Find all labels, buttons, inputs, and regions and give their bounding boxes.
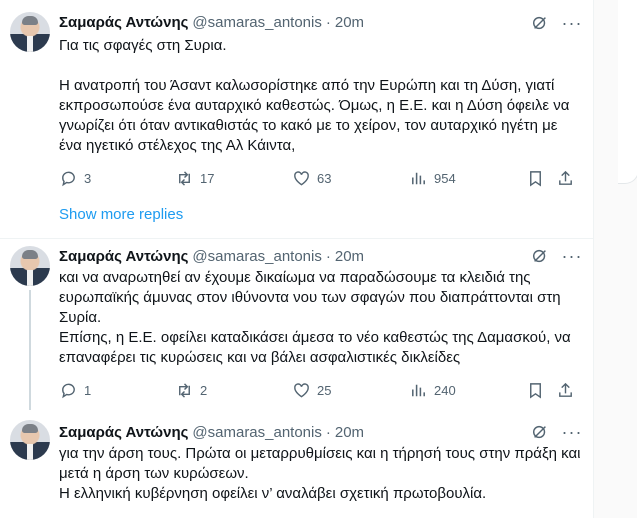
timeline-feed: Σαμαράς Αντώνης @samaras_antonis · 20m ·… <box>0 0 593 518</box>
author-handle[interactable]: @samaras_antonis <box>192 14 321 31</box>
repost-icon <box>179 382 190 398</box>
reply-button[interactable]: 1 <box>59 379 91 401</box>
repost-icon <box>179 170 190 186</box>
tweet-2[interactable]: Σαμαράς Αντώνης @samaras_antonis · 20m ·… <box>0 238 593 410</box>
author-name[interactable]: Σαμαράς Αντώνης <box>59 424 188 441</box>
views-count: 240 <box>434 382 456 398</box>
reply-count: 1 <box>84 382 92 398</box>
like-icon <box>294 170 309 186</box>
scrollbar-thumb[interactable] <box>618 0 637 184</box>
tweet-actions: 1 2 25 240 <box>59 379 579 401</box>
avatar[interactable] <box>10 246 50 286</box>
show-more-replies-link[interactable]: Show more replies <box>59 205 183 225</box>
like-count: 25 <box>317 382 332 398</box>
share-button[interactable] <box>556 379 575 401</box>
repost-button[interactable]: 17 <box>175 167 214 189</box>
grok-icon[interactable] <box>530 13 550 33</box>
reply-icon <box>62 171 75 186</box>
timestamp[interactable]: 20m <box>335 424 364 441</box>
tweet-header: Σαμαράς Αντώνης @samaras_antonis · 20m <box>59 246 364 266</box>
grok-icon[interactable] <box>530 246 550 266</box>
author-handle[interactable]: @samaras_antonis <box>192 248 321 265</box>
tweet-actions: 3 17 63 954 <box>59 167 579 189</box>
timestamp[interactable]: 20m <box>335 14 364 31</box>
share-button[interactable] <box>556 167 575 189</box>
separator-dot: · <box>325 247 331 265</box>
views-button[interactable]: 954 <box>409 167 456 189</box>
tweet-3[interactable]: Σαμαράς Αντώνης @samaras_antonis · 20m ·… <box>0 410 593 518</box>
reply-icon <box>62 383 75 398</box>
share-icon <box>559 170 572 185</box>
views-button[interactable]: 240 <box>409 379 456 401</box>
reply-button[interactable]: 3 <box>59 167 91 189</box>
tweet-text: Για τις σφαγές στη Συρια. Η ανατροπή του… <box>59 37 570 154</box>
tweet-text: και να αναρωτηθεί αν έχουμε δικαίωμα να … <box>59 269 571 366</box>
scrollbar-rail[interactable] <box>593 0 637 518</box>
bookmark-button[interactable] <box>526 379 545 401</box>
bookmark-icon <box>530 170 541 187</box>
share-icon <box>559 382 572 397</box>
author-name[interactable]: Σαμαράς Αντώνης <box>59 248 188 265</box>
tweet-text: για την άρση τους. Πρώτα οι μεταρρυθμίσε… <box>59 445 581 502</box>
separator-dot: · <box>325 13 331 31</box>
tweet-header: Σαμαράς Αντώνης @samaras_antonis · 20m <box>59 12 364 32</box>
like-button[interactable]: 63 <box>292 167 331 189</box>
thread-line <box>29 290 31 410</box>
author-handle[interactable]: @samaras_antonis <box>192 424 321 441</box>
tweet-1[interactable]: Σαμαράς Αντώνης @samaras_antonis · 20m ·… <box>0 0 593 195</box>
like-button[interactable]: 25 <box>292 379 331 401</box>
like-count: 63 <box>317 170 332 186</box>
tweet-header: Σαμαράς Αντώνης @samaras_antonis · 20m <box>59 422 364 442</box>
like-icon <box>294 382 309 398</box>
views-count: 954 <box>434 170 456 186</box>
author-name[interactable]: Σαμαράς Αντώνης <box>59 14 188 31</box>
views-icon <box>412 384 425 396</box>
repost-count: 2 <box>200 382 208 398</box>
repost-button[interactable]: 2 <box>175 379 207 401</box>
repost-count: 17 <box>200 170 215 186</box>
timestamp[interactable]: 20m <box>335 248 364 265</box>
views-icon <box>412 172 425 184</box>
avatar[interactable] <box>10 12 50 52</box>
bookmark-icon <box>530 382 541 399</box>
avatar[interactable] <box>10 420 50 460</box>
bookmark-button[interactable] <box>526 167 545 189</box>
reply-count: 3 <box>84 170 92 186</box>
grok-icon[interactable] <box>530 422 550 442</box>
separator-dot: · <box>325 423 331 441</box>
